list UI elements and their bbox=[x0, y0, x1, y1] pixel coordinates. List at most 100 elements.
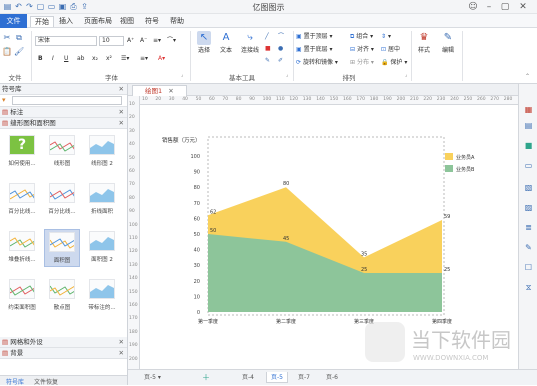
tab-insert[interactable]: 插入 bbox=[55, 16, 77, 27]
font-name-select[interactable]: 宋体 bbox=[35, 36, 97, 46]
dialog-launcher-icon[interactable]: ⌟ bbox=[181, 72, 183, 78]
library-category-marker[interactable]: ▤ 标注 ✕ bbox=[0, 107, 127, 118]
bold-button[interactable]: B bbox=[38, 54, 43, 64]
close-button[interactable]: ✕ bbox=[516, 1, 530, 13]
ruler-tick-label: 80 bbox=[235, 97, 242, 102]
library-item[interactable]: 堆叠折线... bbox=[4, 229, 40, 267]
protect-button[interactable]: 🔒 保护 ▾ bbox=[381, 58, 407, 68]
library-category-open[interactable]: ▤ 缝形图和面积图 ✕ bbox=[0, 118, 127, 129]
group-divider bbox=[190, 31, 191, 81]
style-button[interactable]: ♛ 样式 bbox=[414, 31, 434, 54]
align-button[interactable]: ⊟ 对齐 ▾ bbox=[350, 45, 374, 55]
tab-help[interactable]: 帮助 bbox=[166, 16, 188, 27]
library-item[interactable]: 面积图 bbox=[44, 229, 80, 267]
bring-front-button[interactable]: ▣ 置于顶层 ▾ bbox=[296, 32, 333, 42]
close-category-icon[interactable]: ✕ bbox=[119, 107, 124, 118]
close-tab-icon[interactable]: ✕ bbox=[168, 87, 173, 95]
close-category-icon[interactable]: ✕ bbox=[119, 348, 124, 359]
tab-view[interactable]: 视图 bbox=[116, 16, 138, 27]
cut-icon[interactable]: ✂ bbox=[2, 33, 12, 43]
underline-button[interactable]: U bbox=[64, 54, 68, 64]
ellipse-tool-icon[interactable]: ● bbox=[278, 44, 283, 54]
page-icon[interactable]: ▤ bbox=[523, 120, 534, 131]
page-tab-4[interactable]: 页-4 bbox=[238, 372, 258, 383]
superscript-button[interactable]: x² bbox=[106, 54, 112, 64]
library-category-2[interactable]: ▤ 网格和外设 ✕ bbox=[0, 337, 127, 348]
group-button[interactable]: ⧉ 组合 ▾ bbox=[350, 32, 373, 42]
fill-icon[interactable]: ■ bbox=[523, 140, 534, 151]
current-page-select[interactable]: 页-5 ▾ bbox=[140, 372, 165, 383]
library-search-input[interactable] bbox=[12, 96, 122, 105]
distribute-button[interactable]: ⊞ 分布 ▾ bbox=[350, 58, 374, 68]
arc-tool-icon[interactable]: ⌒ bbox=[278, 32, 284, 42]
collapse-ribbon-icon[interactable]: ⌃ bbox=[525, 73, 530, 80]
library-item[interactable]: 散点图 bbox=[44, 277, 80, 315]
connector-tool-button[interactable]: ⤷ 连接线 bbox=[238, 31, 262, 54]
dialog-launcher-icon[interactable]: ⌟ bbox=[286, 72, 288, 78]
library-category-3[interactable]: ▤ 背景 ✕ bbox=[0, 348, 127, 359]
maximize-button[interactable]: ▢ bbox=[498, 1, 512, 13]
layers-icon[interactable]: ≣ bbox=[523, 222, 534, 233]
image-icon[interactable]: ▨ bbox=[523, 202, 534, 213]
pencil-tool-icon[interactable]: ✐ bbox=[278, 56, 283, 66]
page-tab-6[interactable]: 页-6 bbox=[322, 372, 342, 383]
pen-tool-icon[interactable]: ✎ bbox=[265, 56, 270, 66]
align-icon[interactable]: ≡▾ bbox=[140, 54, 148, 64]
rectangle-tool-icon[interactable]: ■ bbox=[265, 44, 271, 54]
y-tick-label: 100 bbox=[190, 154, 200, 160]
subscript-button[interactable]: x₂ bbox=[92, 54, 98, 64]
minimize-button[interactable]: – bbox=[482, 1, 496, 13]
ruler-tick-label: 10 bbox=[142, 97, 148, 102]
bullets-icon[interactable]: ☰▾ bbox=[121, 54, 129, 64]
page-tab-5[interactable]: 页-5 bbox=[266, 372, 288, 383]
line-tool-icon[interactable]: ╱ bbox=[265, 32, 269, 42]
center-button[interactable]: ⊡ 居中 bbox=[381, 45, 400, 55]
add-page-icon[interactable]: ＋ bbox=[198, 372, 214, 383]
library-item[interactable]: 面积图 2 bbox=[84, 229, 120, 267]
history-icon[interactable]: ⧖ bbox=[523, 282, 534, 293]
font-size-select[interactable]: 10 bbox=[99, 36, 124, 46]
close-category-icon[interactable]: ✕ bbox=[119, 118, 124, 129]
rotate-button[interactable]: ⟳ 旋转和镜像 ▾ bbox=[296, 58, 338, 68]
user-icon[interactable]: ☺ bbox=[466, 1, 480, 13]
font-grow-icon[interactable]: A⁺ bbox=[127, 36, 134, 46]
library-item[interactable]: ? 如何使用... bbox=[4, 133, 40, 171]
edit-button[interactable]: ✎ 编辑 bbox=[438, 31, 458, 54]
close-category-icon[interactable]: ✕ bbox=[119, 337, 124, 348]
tab-page-layout[interactable]: 页面布局 bbox=[80, 16, 116, 27]
text-case-icon[interactable]: ⌒▾ bbox=[167, 36, 176, 46]
library-item[interactable]: 百分比线... bbox=[44, 181, 80, 219]
library-folder-icon[interactable]: ▾ bbox=[2, 96, 6, 104]
shadow-icon[interactable]: ▧ bbox=[523, 182, 534, 193]
strikethrough-button[interactable]: ab bbox=[77, 54, 85, 64]
library-item[interactable]: 折线面积 bbox=[84, 181, 120, 219]
title-bar: ▤ ↶ ↷ ▢ ▭ ▣ ⎙ ⇪ 亿图图示 ☺ – ▢ ✕ bbox=[0, 0, 537, 14]
library-item[interactable]: 带标注的... bbox=[84, 277, 120, 315]
notes-icon[interactable]: ✎ bbox=[523, 242, 534, 253]
font-color-icon[interactable]: A▾ bbox=[158, 54, 165, 64]
comment-icon[interactable]: ☐ bbox=[523, 262, 534, 273]
document-tab[interactable]: 绘图1 ✕ bbox=[132, 85, 187, 96]
select-tool-button[interactable]: ↖ 选择 bbox=[194, 31, 214, 54]
library-item[interactable]: 百分比线... bbox=[4, 181, 40, 219]
line-style-icon[interactable]: ▭ bbox=[523, 160, 534, 171]
font-shrink-icon[interactable]: A⁻ bbox=[140, 36, 147, 46]
copy-icon[interactable]: ⧉ bbox=[14, 33, 24, 43]
tab-file[interactable]: 文件 bbox=[0, 14, 27, 28]
line-spacing-icon[interactable]: ≡▾ bbox=[153, 36, 161, 46]
tab-home[interactable]: 开始 bbox=[30, 16, 54, 27]
page-tab-7[interactable]: 页-7 bbox=[294, 372, 314, 383]
paste-icon[interactable]: 📋 bbox=[2, 47, 12, 57]
size-button[interactable]: ⇕ ▾ bbox=[381, 32, 391, 42]
dialog-launcher-icon[interactable]: ⌟ bbox=[405, 72, 407, 78]
tab-symbol[interactable]: 符号 bbox=[141, 16, 163, 27]
library-item[interactable]: 线形图 2 bbox=[84, 133, 120, 171]
text-tool-button[interactable]: A 文本 bbox=[216, 31, 236, 54]
library-item[interactable]: 约束面积图 bbox=[4, 277, 40, 315]
italic-button[interactable]: I bbox=[52, 54, 54, 64]
library-item[interactable]: 线形图 bbox=[44, 133, 80, 171]
format-icon[interactable]: ▦ bbox=[523, 104, 534, 115]
format-painter-icon[interactable]: 🖌 bbox=[14, 47, 24, 57]
close-panel-icon[interactable]: ✕ bbox=[119, 84, 124, 95]
send-back-button[interactable]: ▣ 置于底层 ▾ bbox=[296, 45, 333, 55]
